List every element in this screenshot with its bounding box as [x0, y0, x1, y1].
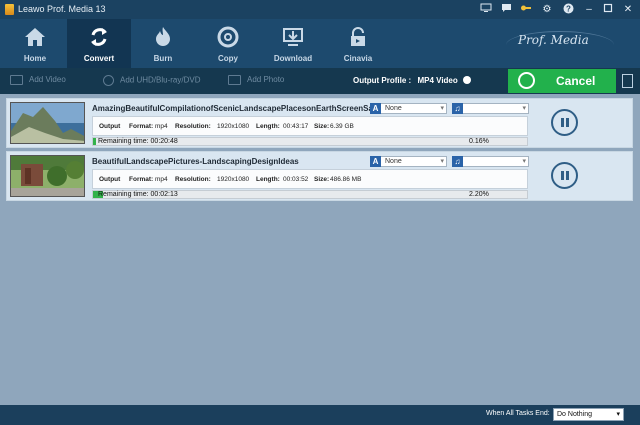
output-info: Output Format: mp4 Resolution: 1920x1080… [92, 169, 528, 189]
download-icon [283, 28, 303, 46]
file-name: BeautifulLandscapePictures-LandscapingDe… [92, 157, 299, 166]
music-note-icon: ♫ [452, 156, 463, 167]
nav-copy[interactable]: Copy [196, 19, 260, 68]
maximize-icon[interactable] [601, 3, 615, 16]
progress-fill [93, 138, 96, 145]
nav-cinavia[interactable]: Cinavia [326, 19, 390, 68]
add-video-icon [10, 75, 23, 85]
output-info: Output Format: mp4 Resolution: 1920x1080… [92, 116, 528, 136]
title-bar: Leawo Prof. Media 13 ⚙ ? – ✕ [0, 0, 640, 19]
subtitle-select[interactable]: A None ▾ [370, 103, 447, 114]
chevron-down-icon: ▾ [440, 158, 444, 165]
subtitle-select[interactable]: A None ▾ [370, 156, 447, 167]
chevron-down-icon: ▾ [440, 105, 444, 112]
close-icon[interactable]: ✕ [621, 3, 635, 16]
task-row[interactable]: BeautifulLandscapePictures-LandscapingDe… [6, 151, 633, 201]
output-profile-selector[interactable]: Output Profile : MP4 Video [353, 76, 471, 85]
chevron-down-icon [463, 76, 471, 84]
nav-convert[interactable]: Convert [67, 19, 131, 68]
add-photo-icon [228, 75, 241, 85]
brand-logo: Prof. Media [518, 33, 589, 47]
gear-icon[interactable]: ⚙ [540, 3, 554, 16]
when-tasks-end-select[interactable]: Do Nothing ▾ [553, 408, 624, 421]
monitor-icon[interactable] [479, 3, 493, 16]
progress-percent: 0.16% [469, 138, 489, 145]
sidebar-toggle-icon[interactable] [622, 74, 633, 88]
remaining-time: Remaining time: 00:20:48 [98, 138, 178, 145]
when-tasks-end-label: When All Tasks End: [486, 410, 550, 417]
cinavia-icon [351, 27, 365, 46]
cancel-button[interactable]: Cancel [508, 69, 616, 93]
subtitle-icon: A [370, 103, 381, 114]
audio-select[interactable]: ♫ ▾ [452, 103, 529, 114]
subtitle-icon: A [370, 156, 381, 167]
minimize-icon[interactable]: – [582, 3, 596, 16]
video-thumbnail [10, 102, 85, 144]
video-thumbnail [10, 155, 85, 197]
music-note-icon: ♫ [452, 103, 463, 114]
svg-text:?: ? [566, 5, 571, 14]
burn-icon [156, 27, 170, 46]
audio-select[interactable]: ♫ ▾ [452, 156, 529, 167]
refresh-icon [518, 72, 535, 89]
progress-percent: 2.20% [469, 191, 489, 198]
file-name: AmazingBeautifulCompilationofScenicLands… [92, 104, 378, 113]
add-uhd-button[interactable]: Add UHD/Blu-ray/DVD [103, 75, 200, 86]
nav-burn[interactable]: Burn [131, 19, 195, 68]
chevron-down-icon: ▾ [616, 411, 620, 418]
copy-icon [217, 26, 239, 48]
main-nav: Home Convert Burn Copy Download Cinavia … [0, 19, 640, 68]
nav-home[interactable]: Home [3, 19, 67, 68]
add-video-button[interactable]: Add Video [10, 75, 66, 85]
chevron-down-icon: ▾ [522, 158, 526, 165]
task-row[interactable]: AmazingBeautifulCompilationofScenicLands… [6, 98, 633, 148]
chevron-down-icon: ▾ [522, 105, 526, 112]
status-bar: When All Tasks End: Do Nothing ▾ [0, 405, 640, 425]
remaining-time: Remaining time: 00:02:13 [98, 191, 178, 198]
window-title: Leawo Prof. Media 13 [18, 4, 106, 14]
convert-icon [91, 28, 107, 46]
app-logo-icon [5, 4, 14, 15]
nav-download[interactable]: Download [261, 19, 325, 68]
chat-icon[interactable] [499, 3, 513, 16]
home-icon [25, 28, 45, 46]
help-icon[interactable]: ? [561, 3, 575, 16]
add-disc-icon [103, 75, 114, 86]
add-photo-button[interactable]: Add Photo [228, 75, 284, 85]
pause-button[interactable] [551, 109, 578, 136]
pause-button[interactable] [551, 162, 578, 189]
key-icon[interactable] [519, 3, 533, 16]
